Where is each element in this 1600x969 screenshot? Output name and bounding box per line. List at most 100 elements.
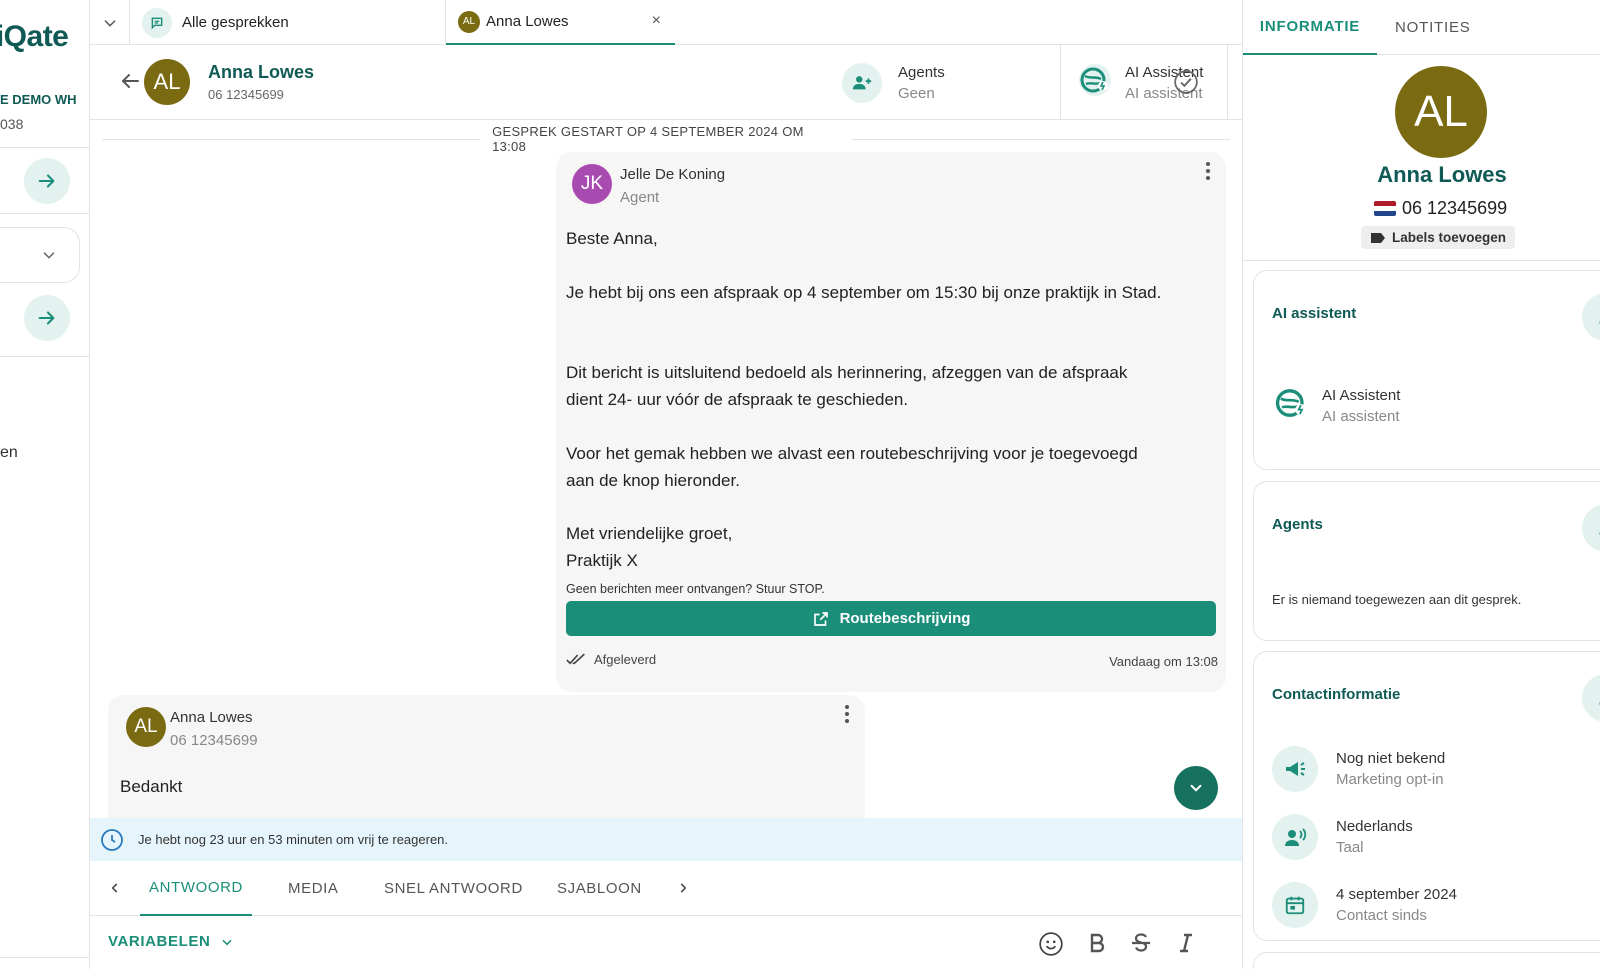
avatar: AL bbox=[144, 59, 190, 105]
variables-dropdown[interactable]: VARIABELEN bbox=[108, 933, 234, 950]
double-check-icon bbox=[566, 653, 585, 665]
tab-informatie[interactable]: INFORMATIE bbox=[1243, 0, 1377, 55]
chevron-down-icon bbox=[43, 252, 55, 259]
arrow-right-button[interactable] bbox=[24, 158, 70, 204]
open-external-icon bbox=[813, 611, 828, 626]
back-arrow-icon[interactable] bbox=[118, 69, 142, 93]
org-number: 038 bbox=[0, 116, 24, 132]
composer-toolbar: VARIABELEN bbox=[90, 917, 1242, 969]
divider bbox=[0, 957, 89, 958]
scroll-down-button[interactable] bbox=[1174, 766, 1218, 810]
ai-globe-icon bbox=[1077, 62, 1113, 103]
avatar: AL bbox=[458, 10, 480, 33]
info-tabs: INFORMATIE NOTITIES bbox=[1243, 0, 1600, 55]
chevron-right-icon[interactable] bbox=[676, 881, 690, 895]
chevron-left-icon[interactable] bbox=[108, 881, 122, 895]
tab-label: Alle gesprekken bbox=[182, 14, 289, 31]
conversation-header: AL Anna Lowes 06 12345699 Agents Geen AI… bbox=[90, 45, 1242, 120]
chevron-down-icon bbox=[1190, 784, 1202, 792]
message-line: Voor het gemak hebben we alvast een rout… bbox=[566, 444, 1138, 463]
contact-name: Anna Lowes bbox=[208, 62, 315, 82]
edit-button[interactable] bbox=[1582, 293, 1600, 341]
edit-button[interactable] bbox=[1582, 504, 1600, 552]
arrow-right-button[interactable] bbox=[24, 295, 70, 341]
contact-info-card: Contactinformatie Nog niet bekend Market… bbox=[1253, 651, 1600, 941]
italic-icon[interactable] bbox=[1174, 931, 1198, 955]
sender-name: Anna Lowes bbox=[170, 709, 253, 726]
agents-assign-button[interactable]: Agents Geen bbox=[842, 45, 1050, 120]
edit-button[interactable] bbox=[1582, 674, 1600, 722]
agents-label: Agents bbox=[898, 63, 945, 81]
close-icon[interactable]: × bbox=[652, 12, 661, 30]
message-line: Beste Anna, bbox=[566, 229, 658, 248]
bold-icon[interactable] bbox=[1085, 931, 1109, 955]
tab-snel-antwoord[interactable]: SNEL ANTWOORD bbox=[384, 861, 523, 916]
netherlands-flag-icon bbox=[1374, 201, 1396, 216]
contact-phone: 06 12345699 bbox=[208, 87, 284, 102]
strikethrough-icon[interactable] bbox=[1129, 931, 1153, 955]
contact-name: Anna Lowes bbox=[1377, 162, 1507, 187]
delivery-status: Afgeleverd bbox=[566, 652, 656, 667]
message-line: Je hebt bij ons een afspraak op 4 septem… bbox=[566, 283, 1162, 302]
emoji-icon[interactable] bbox=[1038, 931, 1064, 957]
message-text: Bedankt bbox=[120, 777, 183, 796]
tab-antwoord[interactable]: ANTWOORD bbox=[140, 861, 252, 916]
avatar: AL bbox=[126, 707, 166, 747]
calendar-icon bbox=[1272, 882, 1318, 928]
tab-sjabloon[interactable]: SJABLOON bbox=[557, 861, 642, 916]
org-name: E DEMO WH bbox=[0, 92, 77, 107]
tab-notities[interactable]: NOTITIES bbox=[1395, 0, 1471, 55]
message-list[interactable]: GESPREK GESTART OP 4 SEPTEMBER 2024 OM 1… bbox=[90, 120, 1242, 818]
sender-phone: 06 12345699 bbox=[170, 732, 258, 749]
ai-assistant-item: AI Assistent AI assistent bbox=[1272, 383, 1400, 428]
message-time: Vandaag om 13:08 bbox=[1109, 654, 1218, 669]
label-icon bbox=[1371, 232, 1385, 243]
sender-role: Agent bbox=[620, 189, 660, 206]
contact-item-since: 4 september 2024 Contact sinds bbox=[1272, 882, 1457, 928]
divider bbox=[1243, 260, 1600, 261]
message-line: aan de knop hieronder. bbox=[566, 471, 740, 490]
outgoing-message: JK Jelle De Koning Agent Beste Anna, Je … bbox=[556, 152, 1226, 692]
tab-label: Anna Lowes bbox=[486, 13, 569, 30]
megaphone-icon bbox=[1272, 746, 1318, 792]
reply-tabs: ANTWOORD MEDIA SNEL ANTWOORD SJABLOON bbox=[90, 861, 1242, 916]
tab-media[interactable]: MEDIA bbox=[288, 861, 339, 916]
more-vert-icon[interactable] bbox=[1206, 162, 1210, 183]
contact-item-marketing: Nog niet bekend Marketing opt-in bbox=[1272, 746, 1445, 792]
divider bbox=[0, 213, 89, 214]
sidebar-partial-label: en bbox=[0, 444, 18, 461]
contact-info-panel: INFORMATIE NOTITIES AL Anna Lowes 06 123… bbox=[1242, 0, 1600, 969]
sidebar-dropdown[interactable] bbox=[0, 227, 80, 283]
chat-icon bbox=[142, 7, 172, 38]
speaking-person-icon bbox=[1272, 814, 1318, 860]
add-labels-button[interactable]: Labels toevoegen bbox=[1361, 226, 1516, 249]
card-title: Contactinformatie bbox=[1272, 686, 1401, 703]
more-vert-icon[interactable] bbox=[845, 705, 849, 726]
tabs-collapse-button[interactable] bbox=[90, 0, 130, 45]
resolve-check-icon[interactable] bbox=[1173, 69, 1199, 95]
stop-note: Geen berichten meer ontvangen? Stuur STO… bbox=[566, 582, 825, 596]
contact-item-language: Nederlands Taal bbox=[1272, 814, 1413, 860]
agents-empty-text: Er is niemand toegewezen aan dit gesprek… bbox=[1272, 592, 1522, 607]
divider bbox=[0, 147, 89, 148]
pencil-icon bbox=[1599, 531, 1600, 535]
chevron-down-icon bbox=[104, 19, 115, 27]
message-line: dient 24- uur vóór de afspraak te geschi… bbox=[566, 390, 909, 409]
app-logo: iiQate bbox=[0, 20, 69, 53]
card-title: Agents bbox=[1272, 516, 1323, 533]
tab-anna-lowes[interactable]: AL Anna Lowes × bbox=[446, 0, 675, 45]
conversation-tabs: Alle gesprekken AL Anna Lowes × bbox=[90, 0, 1242, 45]
incoming-message: AL Anna Lowes 06 12345699 Bedankt bbox=[108, 695, 865, 818]
message-line: Met vriendelijke groet, bbox=[566, 524, 733, 543]
message-line: Praktijk X bbox=[566, 551, 638, 570]
arrow-right-icon bbox=[38, 311, 55, 325]
clock-icon bbox=[101, 828, 123, 851]
pencil-icon bbox=[1599, 320, 1600, 324]
route-description-button[interactable]: Routebeschrijving bbox=[566, 601, 1216, 636]
sender-name: Jelle De Koning bbox=[620, 166, 726, 183]
chevron-down-icon bbox=[222, 939, 233, 945]
ai-assistant-button[interactable]: AI Assistent AI assistent bbox=[1060, 45, 1228, 120]
tab-all-conversations[interactable]: Alle gesprekken bbox=[130, 0, 446, 45]
agents-card: Agents Er is niemand toegewezen aan dit … bbox=[1253, 481, 1600, 641]
pencil-icon bbox=[1599, 701, 1600, 705]
